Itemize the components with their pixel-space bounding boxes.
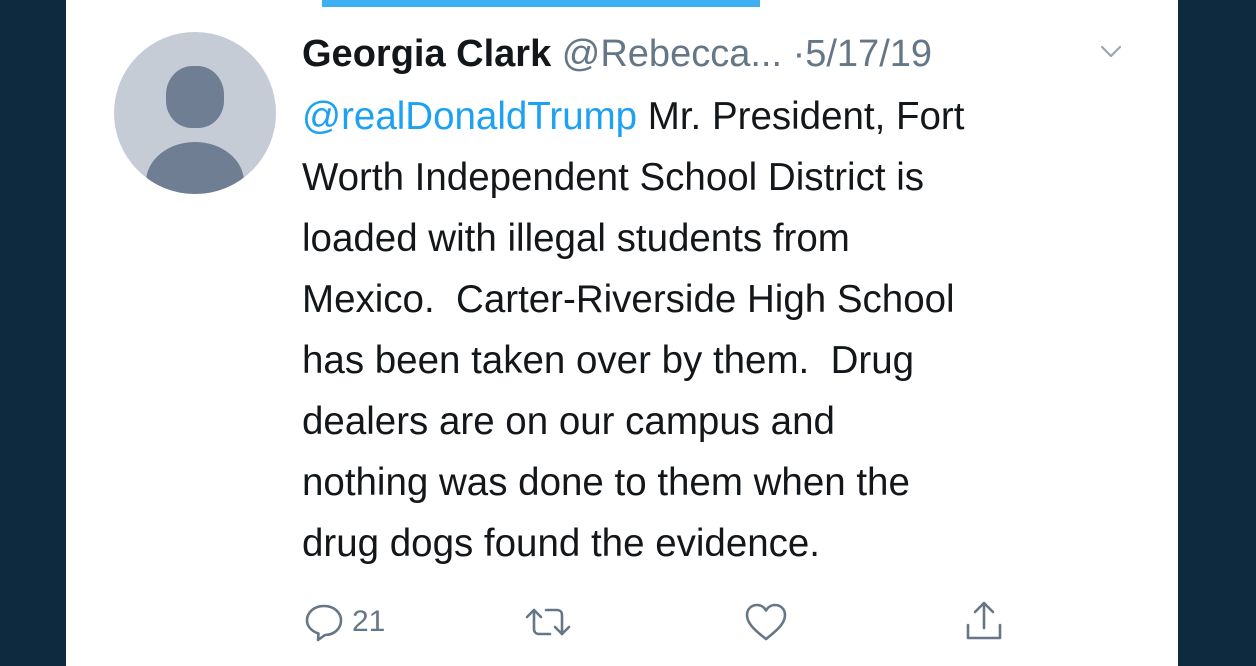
tweet-card[interactable]: Georgia Clark @Rebecca... ·5/17/19 @real… bbox=[66, 0, 1178, 666]
tweet-text-line: nothing was done to them when the bbox=[302, 461, 910, 504]
share-icon bbox=[966, 601, 1002, 640]
reply-count: 21 bbox=[352, 605, 386, 638]
mention-link[interactable]: @realDonaldTrump bbox=[302, 95, 637, 138]
author-name[interactable]: Georgia Clark bbox=[302, 33, 551, 75]
retweet-button[interactable] bbox=[522, 596, 574, 648]
share-button[interactable] bbox=[962, 596, 1006, 648]
reply-button[interactable]: 21 bbox=[302, 596, 385, 648]
tweet-text: @realDonaldTrump Mr. President, Fort Wor… bbox=[302, 86, 1152, 574]
tweet-text-line: has been taken over by them. Drug bbox=[302, 339, 915, 382]
tweet-text-line: dealers are on our campus and bbox=[302, 400, 835, 443]
retweet-icon bbox=[525, 608, 571, 636]
heart-icon bbox=[745, 603, 787, 641]
tweet-text-line: loaded with illegal students from bbox=[302, 217, 850, 260]
tweet-header: Georgia Clark @Rebecca... ·5/17/19 bbox=[302, 26, 1152, 82]
header-separator: · bbox=[792, 33, 806, 75]
top-indicator-bar bbox=[322, 0, 760, 7]
tweet-text-line: Worth Independent School District is bbox=[302, 156, 925, 199]
like-button[interactable] bbox=[742, 596, 790, 648]
avatar-head-shape bbox=[166, 66, 224, 128]
avatar-body-shape bbox=[146, 142, 244, 194]
chevron-down-icon[interactable] bbox=[1100, 44, 1122, 60]
author-handle[interactable]: @Rebecca... bbox=[562, 33, 782, 75]
tweet-text-line: drug dogs found the evidence. bbox=[302, 522, 821, 565]
tweet-date[interactable]: 5/17/19 bbox=[805, 33, 932, 75]
tweet-actions: 21 bbox=[66, 596, 1178, 656]
reply-icon bbox=[305, 604, 343, 642]
tweet-text-line: @realDonaldTrump Mr. President, Fort bbox=[302, 86, 1152, 147]
tweet-text-line: Mexico. Carter-Riverside High School bbox=[302, 278, 955, 321]
tweet-text-segment: Mr. President, Fort bbox=[637, 95, 965, 138]
avatar[interactable] bbox=[114, 32, 276, 194]
